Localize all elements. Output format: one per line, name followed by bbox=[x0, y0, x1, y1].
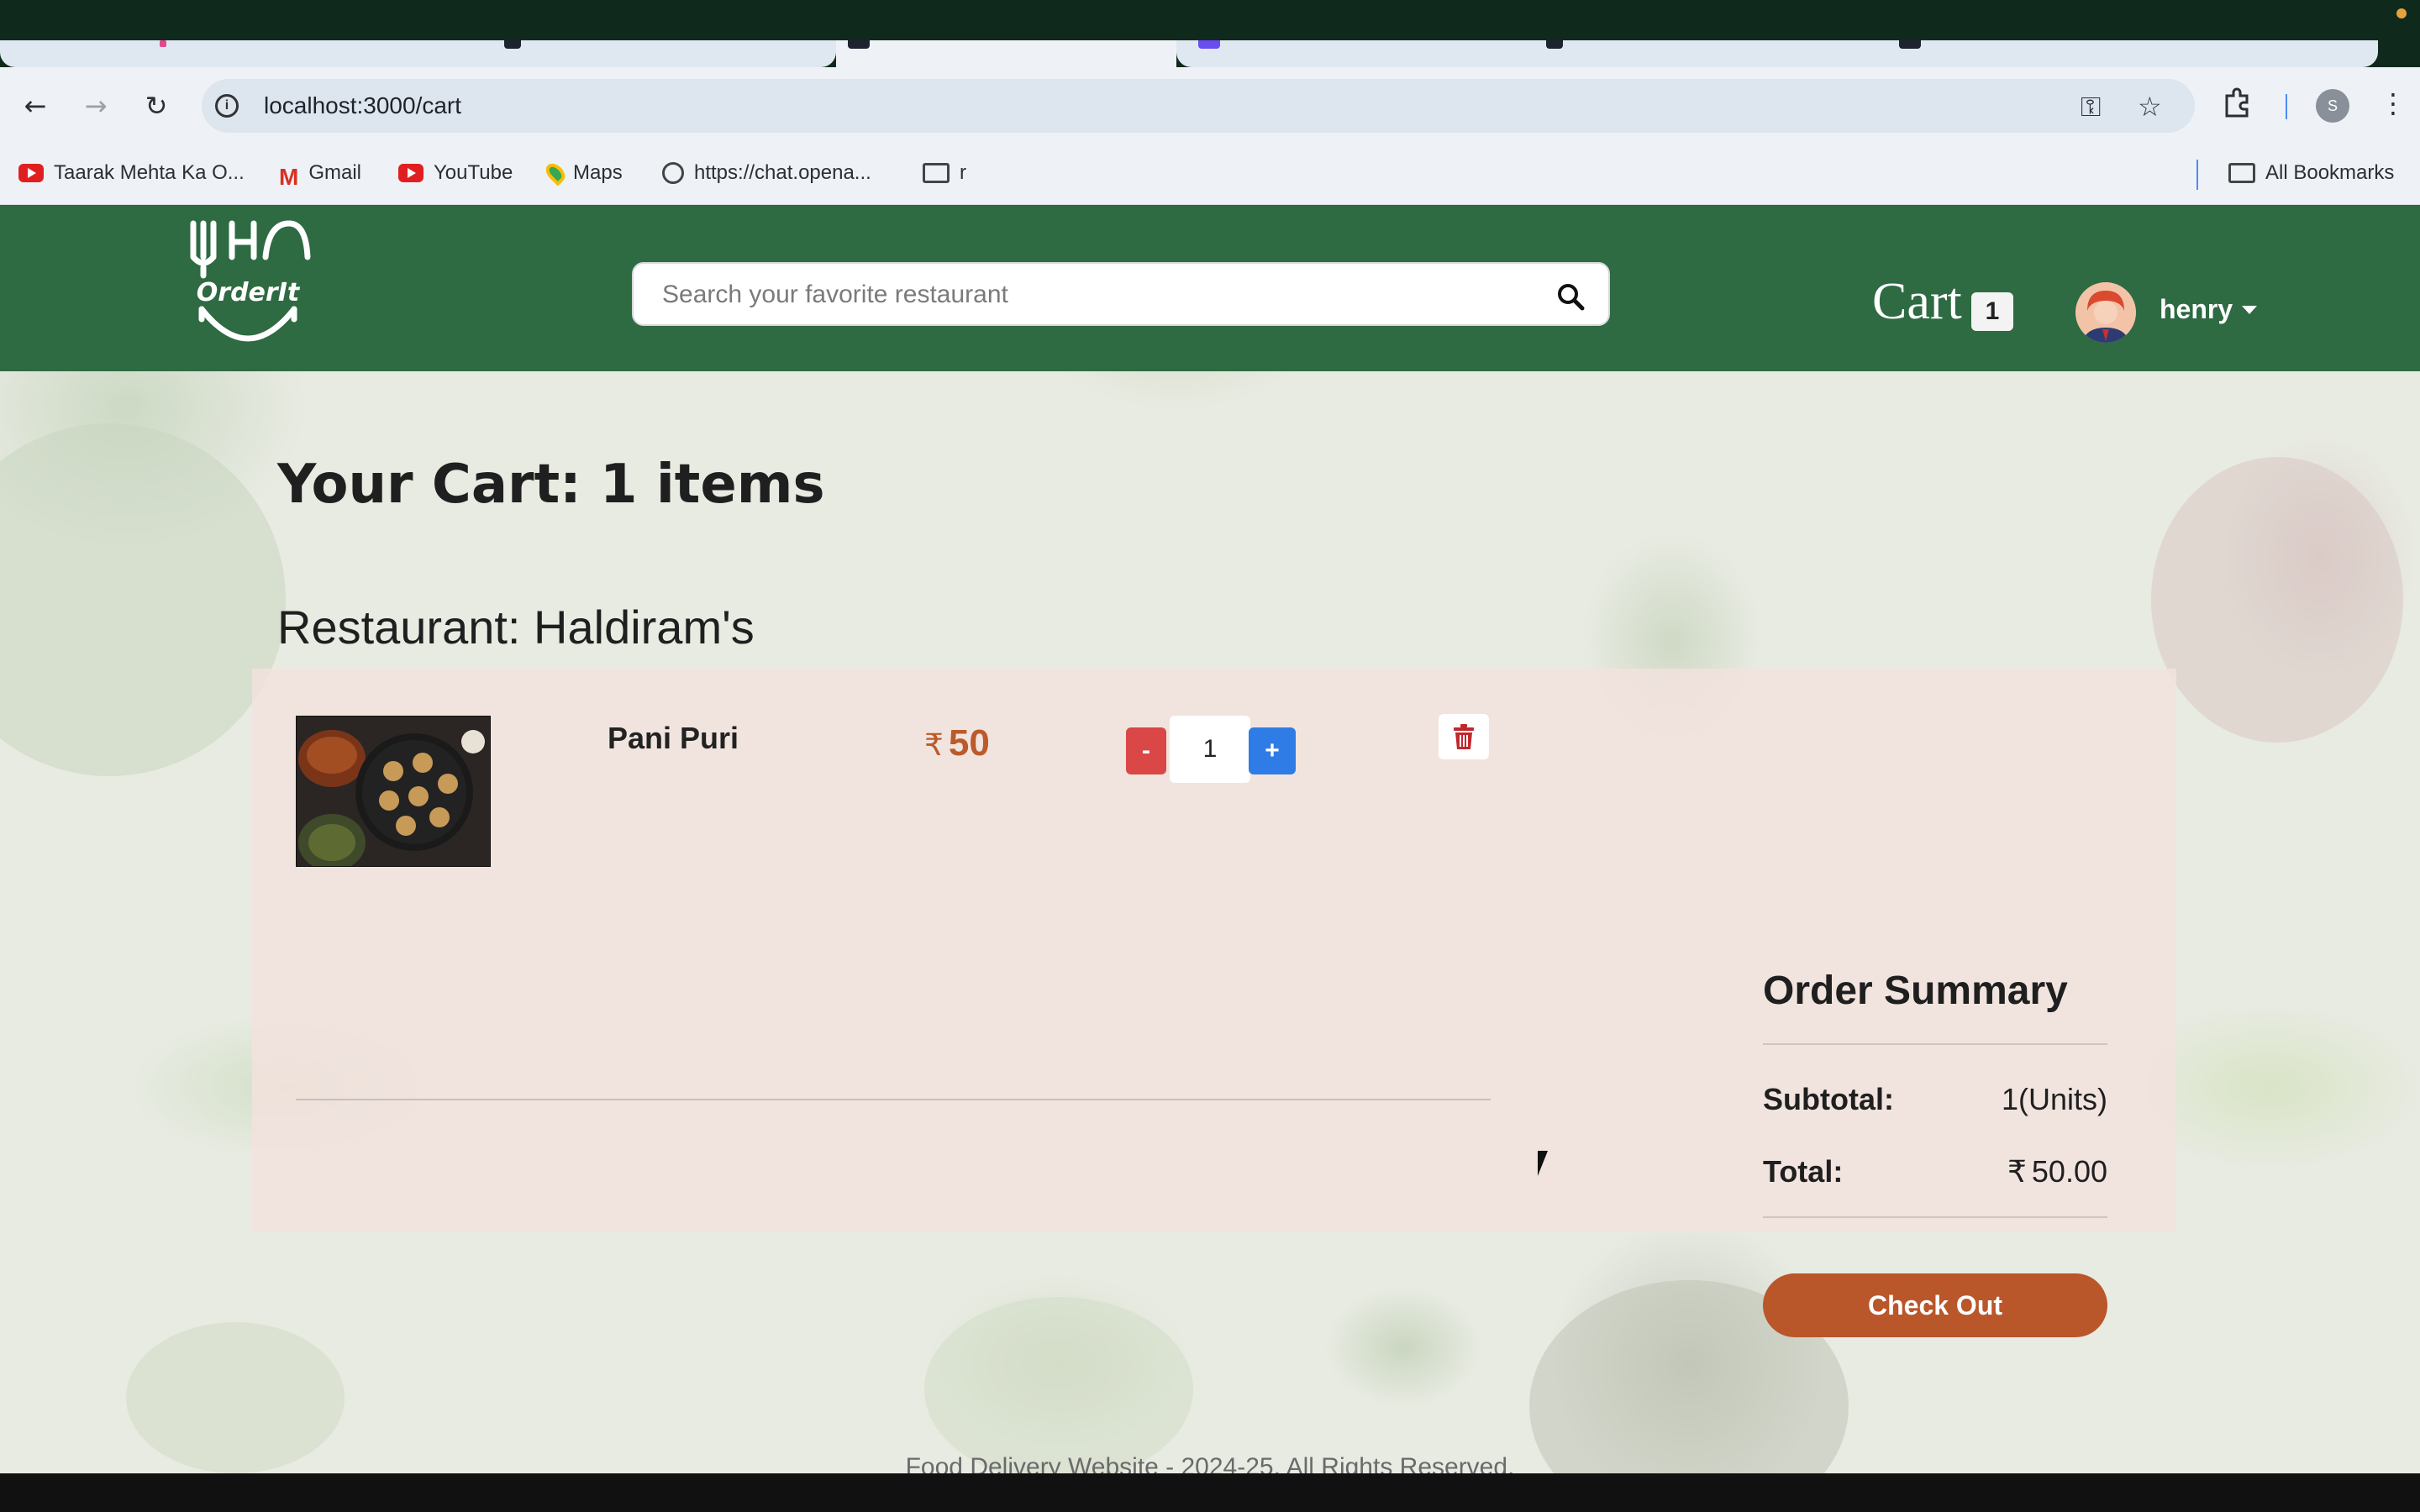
tab-favicon bbox=[1899, 40, 1921, 49]
cart-count-badge[interactable]: 1 bbox=[1971, 292, 2013, 331]
order-summary-title: Order Summary bbox=[1763, 969, 2068, 1013]
restaurant-title: Restaurant: Haldiram's bbox=[277, 601, 755, 654]
user-name[interactable]: henry bbox=[2160, 294, 2233, 325]
toolbar-divider bbox=[2286, 94, 2287, 119]
bookmark-folder-r[interactable]: r bbox=[923, 161, 966, 185]
bookmark-gmail[interactable]: M Gmail bbox=[279, 161, 361, 190]
rupee-symbol: ₹ bbox=[924, 728, 944, 763]
user-avatar[interactable] bbox=[2075, 282, 2136, 343]
bookmark-maps[interactable]: Maps bbox=[542, 160, 623, 186]
total-value: 50.00 bbox=[2031, 1154, 2107, 1189]
tab-group-right[interactable] bbox=[1176, 40, 2378, 67]
tab-favicon bbox=[1198, 40, 1220, 49]
bookmark-youtube[interactable]: YouTube bbox=[398, 161, 513, 185]
bookmarks-divider bbox=[2196, 160, 2198, 190]
rupee-symbol: ₹ bbox=[2007, 1155, 2027, 1189]
item-price: ₹50 bbox=[924, 722, 990, 764]
cart-link[interactable]: Cart bbox=[1872, 272, 1962, 332]
quantity-value: 1 bbox=[1170, 716, 1250, 783]
bookmark-chatgpt[interactable]: https://chat.opena... bbox=[662, 161, 871, 185]
search-input[interactable] bbox=[662, 279, 1528, 311]
site-header: OrderIt Cart 1 henry bbox=[0, 205, 2420, 371]
site-info-icon[interactable]: i bbox=[215, 94, 239, 118]
menu-kebab-icon[interactable]: ⋮ bbox=[2380, 87, 2407, 119]
subtotal-value: 1(Units) bbox=[2001, 1082, 2107, 1116]
total-label: Total: bbox=[1763, 1154, 1844, 1189]
bookmark-label: Taarak Mehta Ka O... bbox=[54, 161, 245, 184]
status-dot bbox=[2396, 8, 2407, 18]
background-decoration bbox=[2151, 457, 2403, 743]
reload-icon[interactable]: ↻ bbox=[138, 87, 175, 124]
folder-icon bbox=[2228, 163, 2255, 183]
openai-icon bbox=[662, 162, 684, 184]
background-decoration bbox=[924, 1297, 1193, 1473]
bookmark-star-icon[interactable]: ☆ bbox=[2138, 91, 2162, 123]
forward-icon[interactable]: → bbox=[77, 87, 114, 124]
cart-panel: Pani Puri ₹50 - 1 + Order Summary Subtot… bbox=[252, 669, 2176, 1337]
extensions-icon[interactable] bbox=[2222, 87, 2252, 124]
background-decoration bbox=[0, 423, 286, 776]
profile-avatar[interactable]: S bbox=[2316, 89, 2349, 123]
folder-icon bbox=[923, 163, 950, 183]
chevron-down-icon[interactable] bbox=[2242, 306, 2257, 314]
mouse-cursor-icon bbox=[1538, 1151, 1558, 1176]
maps-icon bbox=[542, 160, 569, 186]
browser-toolbar: ← → ↻ i localhost:3000/cart ⚿ ☆ S ⋮ bbox=[0, 67, 2420, 144]
delete-item-button[interactable] bbox=[1439, 714, 1489, 759]
back-icon[interactable]: ← bbox=[17, 87, 54, 124]
search-icon[interactable] bbox=[1556, 282, 1585, 311]
youtube-icon bbox=[18, 164, 44, 182]
orderit-logo[interactable]: OrderIt bbox=[185, 217, 311, 360]
bookmarks-bar: Taarak Mehta Ka O... M Gmail YouTube Map… bbox=[0, 144, 2420, 205]
decrease-quantity-button[interactable]: - bbox=[1126, 727, 1166, 774]
bookmark-taarak-mehta[interactable]: Taarak Mehta Ka O... bbox=[18, 161, 245, 185]
tab-group-left[interactable] bbox=[0, 40, 836, 67]
cart-title: Your Cart: 1 items bbox=[277, 454, 825, 516]
tab-strip bbox=[0, 40, 2420, 67]
os-bottom-bar bbox=[0, 1473, 2420, 1512]
all-bookmarks-label: All Bookmarks bbox=[2265, 161, 2395, 184]
bookmark-label: r bbox=[960, 161, 966, 184]
search-bar[interactable] bbox=[632, 262, 1610, 326]
tab-favicon bbox=[160, 40, 166, 47]
footer-text: Food Delivery Website - 2024-25, All Rig… bbox=[905, 1453, 1515, 1473]
tab-favicon bbox=[1546, 40, 1563, 49]
summary-divider bbox=[1763, 1216, 2107, 1218]
tab-favicon bbox=[504, 40, 521, 49]
bookmark-label: Gmail bbox=[308, 161, 361, 184]
password-key-icon[interactable]: ⚿ bbox=[2081, 91, 2101, 123]
item-name: Pani Puri bbox=[608, 721, 739, 755]
all-bookmarks-button[interactable]: All Bookmarks bbox=[2228, 161, 2394, 185]
item-divider bbox=[296, 1099, 1491, 1100]
item-price-value: 50 bbox=[948, 722, 990, 764]
increase-quantity-button[interactable]: + bbox=[1249, 727, 1296, 774]
bookmark-label: https://chat.opena... bbox=[694, 161, 871, 184]
youtube-icon bbox=[398, 164, 424, 182]
page-body: OrderIt Cart 1 henry Your Cart: 1 items bbox=[0, 205, 2420, 1473]
tab-active[interactable] bbox=[836, 40, 1176, 67]
address-bar[interactable]: i localhost:3000/cart ⚿ ☆ bbox=[202, 79, 2195, 133]
url-text[interactable]: localhost:3000/cart bbox=[264, 92, 461, 119]
logo-text: OrderIt bbox=[197, 278, 301, 307]
gmail-icon: M bbox=[279, 164, 299, 190]
pani-puri-image bbox=[296, 716, 491, 867]
os-top-bar bbox=[0, 0, 2420, 40]
checkout-button[interactable]: Check Out bbox=[1763, 1273, 2107, 1337]
bookmark-label: YouTube bbox=[434, 161, 513, 184]
summary-divider bbox=[1763, 1043, 2107, 1045]
bookmark-label: Maps bbox=[573, 161, 623, 184]
total-value-wrap: ₹50.00 bbox=[2007, 1154, 2107, 1189]
tab-favicon bbox=[848, 40, 870, 49]
background-decoration bbox=[126, 1322, 345, 1473]
trash-icon bbox=[1454, 724, 1474, 749]
subtotal-label: Subtotal: bbox=[1763, 1082, 1894, 1116]
